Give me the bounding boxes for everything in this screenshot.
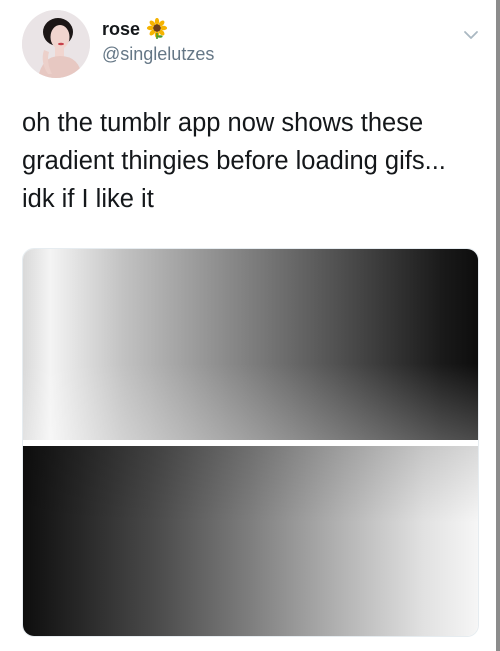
author-handle[interactable]: @singlelutzes xyxy=(102,43,214,65)
avatar-image xyxy=(22,10,90,78)
tweet-media[interactable] xyxy=(22,248,479,637)
author-name-row: rose xyxy=(102,17,168,41)
avatar[interactable] xyxy=(22,10,90,78)
gradient-image-bottom[interactable] xyxy=(23,446,478,636)
gradient-image-top[interactable] xyxy=(23,249,478,440)
tweet-header: rose @singlelutzes xyxy=(22,10,482,80)
chevron-down-icon[interactable] xyxy=(460,24,482,46)
display-name[interactable]: rose xyxy=(102,17,140,41)
tweet-text: oh the tumblr app now shows these gradie… xyxy=(22,109,446,213)
scrollbar[interactable] xyxy=(496,0,500,651)
sunflower-icon xyxy=(146,18,168,40)
